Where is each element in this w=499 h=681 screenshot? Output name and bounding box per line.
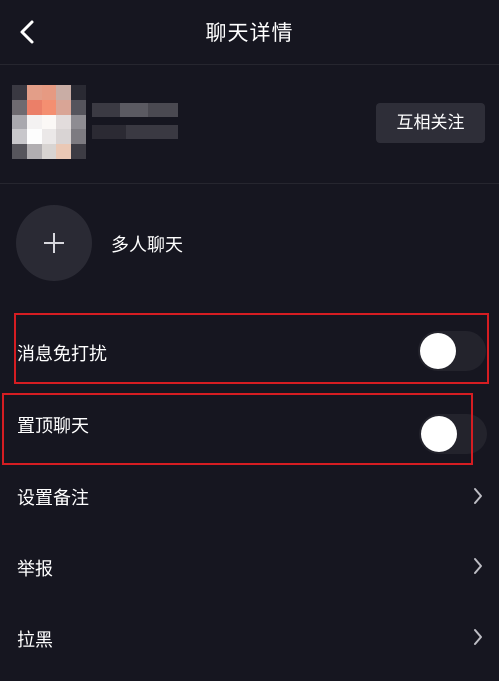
- set-remark-row[interactable]: 设置备注: [0, 460, 499, 530]
- page-title: 聊天详情: [205, 21, 294, 45]
- chevron-right-icon: [474, 488, 482, 504]
- mute-notifications-row: 消息免打扰: [0, 316, 499, 386]
- block-label: 拉黑: [17, 630, 53, 651]
- divider: [0, 183, 499, 184]
- block-row[interactable]: 拉黑: [0, 602, 499, 672]
- chevron-right-icon: [474, 629, 482, 645]
- chevron-right-icon: [474, 558, 482, 574]
- pin-chat-toggle[interactable]: [419, 414, 487, 454]
- pin-chat-row: 置顶聊天: [0, 393, 499, 463]
- mutual-follow-button[interactable]: 互相关注: [376, 103, 485, 143]
- top-bar: 聊天详情: [0, 0, 499, 65]
- set-remark-label: 设置备注: [17, 488, 89, 509]
- profile-section: 互相关注: [0, 65, 499, 183]
- avatar[interactable]: [12, 85, 86, 159]
- group-chat-label: 多人聊天: [111, 235, 183, 256]
- plus-icon: [44, 233, 64, 253]
- report-label: 举报: [17, 559, 53, 580]
- toggle-knob: [421, 416, 457, 452]
- report-row[interactable]: 举报: [0, 531, 499, 601]
- mute-notifications-toggle[interactable]: [418, 331, 486, 371]
- add-member-button[interactable]: [16, 205, 92, 281]
- toggle-knob: [420, 333, 456, 369]
- mute-notifications-label: 消息免打扰: [17, 344, 107, 365]
- group-chat-item[interactable]: 多人聊天: [0, 196, 499, 286]
- blurred-username: [92, 97, 182, 147]
- pin-chat-label: 置顶聊天: [17, 416, 89, 437]
